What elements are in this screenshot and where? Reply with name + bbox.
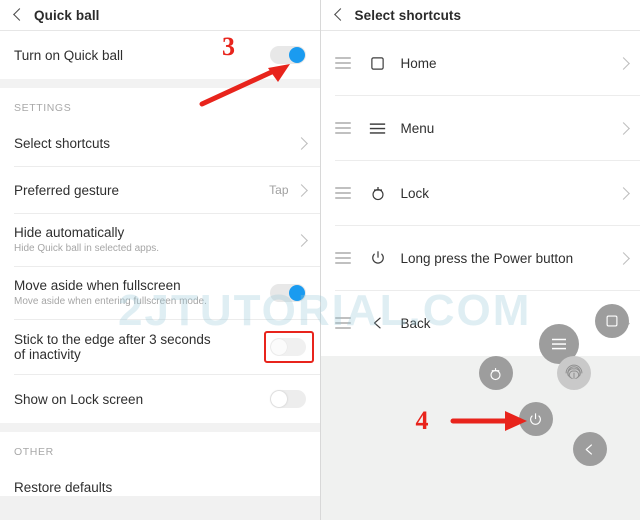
row-text: Hide automatically Hide Quick ball in se… <box>14 225 159 256</box>
row-right <box>294 136 308 150</box>
back-chevron-icon[interactable] <box>331 7 347 23</box>
quick-ball-recents-button[interactable] <box>594 304 629 338</box>
chevron-right-icon <box>294 233 308 247</box>
row-right <box>269 284 306 302</box>
row-title: Stick to the edge after 3 seconds of ina… <box>14 332 211 362</box>
back-chevron-icon <box>367 312 389 334</box>
row-subtitle: Move aside when entering fullscreen mode… <box>14 295 207 307</box>
annotation-step-4: 4 <box>415 406 429 435</box>
row-text: Move aside when fullscreen Move aside wh… <box>14 278 207 309</box>
drag-handle-icon[interactable] <box>334 187 351 199</box>
row-title: Restore defaults <box>14 479 113 495</box>
toggle-move-aside-fullscreen[interactable] <box>269 284 306 302</box>
chevron-right-icon <box>294 183 308 197</box>
quick-ball-settings-screen: Quick ball Turn on Quick ball SETTINGS S… <box>0 0 321 520</box>
chevron-right-icon <box>617 251 630 265</box>
drag-handle-icon[interactable] <box>334 122 351 134</box>
row-right <box>294 233 308 247</box>
row-title: Select shortcuts <box>14 135 111 151</box>
divider-band <box>0 79 320 88</box>
row-right <box>269 338 306 356</box>
shortcut-row-menu[interactable]: Menu <box>320 96 640 160</box>
section-label-other: OTHER <box>0 432 320 464</box>
shortcut-row-home[interactable]: Home <box>320 31 640 95</box>
lock-icon <box>367 182 389 204</box>
row-hide-automatically[interactable]: Hide automatically Hide Quick ball in se… <box>0 214 320 266</box>
row-text: Restore defaults <box>14 480 112 495</box>
row-preferred-gesture[interactable]: Preferred gesture Tap <box>0 167 320 213</box>
toggle-show-on-lock-screen[interactable] <box>269 390 306 408</box>
row-right <box>269 46 306 64</box>
home-square-icon <box>367 52 389 74</box>
row-right: Tap <box>269 183 308 197</box>
row-text: Select shortcuts <box>14 136 110 151</box>
quick-ball-power-button[interactable] <box>518 402 553 436</box>
row-move-aside-fullscreen[interactable]: Move aside when fullscreen Move aside wh… <box>0 267 320 319</box>
shortcut-row-lock[interactable]: Lock <box>320 161 640 225</box>
page-title: Select shortcuts <box>354 7 462 23</box>
settings-list: Turn on Quick ball SETTINGS Select short… <box>0 31 320 510</box>
chevron-right-icon <box>617 186 630 200</box>
chevron-right-icon <box>617 121 630 135</box>
shortcut-label: Back <box>400 315 431 331</box>
row-show-on-lock-screen[interactable]: Show on Lock screen <box>0 375 320 423</box>
row-title: Turn on Quick ball <box>14 47 124 63</box>
row-title: Show on Lock screen <box>14 391 144 407</box>
row-stick-to-edge[interactable]: Stick to the edge after 3 seconds of ina… <box>0 320 320 374</box>
row-text: Preferred gesture <box>14 183 119 198</box>
row-subtitle: Hide Quick ball in selected apps. <box>14 242 160 254</box>
row-right <box>269 390 306 408</box>
chevron-right-icon <box>294 136 308 150</box>
bottom-strip <box>0 496 320 520</box>
row-text: Show on Lock screen <box>14 392 143 407</box>
power-icon <box>367 247 389 269</box>
shortcut-label: Home <box>400 55 437 71</box>
shortcut-label: Long press the Power button <box>400 250 574 266</box>
drag-handle-icon[interactable] <box>334 252 351 264</box>
row-select-shortcuts[interactable]: Select shortcuts <box>0 120 320 166</box>
quick-ball-back-button[interactable] <box>572 432 607 466</box>
section-label-settings: SETTINGS <box>0 88 320 120</box>
screenshot-root: Quick ball Turn on Quick ball SETTINGS S… <box>0 0 640 520</box>
quick-ball-fingerprint-button[interactable] <box>556 356 591 390</box>
select-shortcuts-screen: Select shortcuts Home Menu Lock Long pre… <box>320 0 640 520</box>
row-text: Stick to the edge after 3 seconds of ina… <box>14 332 224 362</box>
row-title: Preferred gesture <box>14 182 120 198</box>
toggle-stick-to-edge[interactable] <box>269 338 306 356</box>
toggle-turn-on-quick-ball[interactable] <box>269 46 306 64</box>
shortcut-label: Lock <box>400 185 430 201</box>
shortcut-label: Menu <box>400 120 435 136</box>
chevron-right-icon <box>617 56 630 70</box>
shortcut-row-back[interactable]: Back <box>320 291 640 355</box>
drag-handle-icon[interactable] <box>334 57 351 69</box>
menu-lines-icon <box>367 117 389 139</box>
row-turn-on-quick-ball[interactable]: Turn on Quick ball <box>0 31 320 79</box>
right-header: Select shortcuts <box>320 0 640 31</box>
row-title: Hide automatically <box>14 224 125 240</box>
row-text: Turn on Quick ball <box>14 48 123 63</box>
drag-handle-icon[interactable] <box>334 317 351 329</box>
quick-ball-preview: 4 <box>320 304 640 520</box>
quick-ball-lock-button[interactable] <box>478 356 513 390</box>
row-value: Tap <box>269 183 289 197</box>
left-header: Quick ball <box>0 0 320 31</box>
annotation-step-3: 3 <box>222 32 235 61</box>
back-chevron-icon[interactable] <box>10 7 26 23</box>
row-title: Move aside when fullscreen <box>14 277 181 293</box>
divider-band <box>0 423 320 432</box>
page-title: Quick ball <box>34 7 100 23</box>
shortcut-row-long-press-power[interactable]: Long press the Power button <box>320 226 640 290</box>
